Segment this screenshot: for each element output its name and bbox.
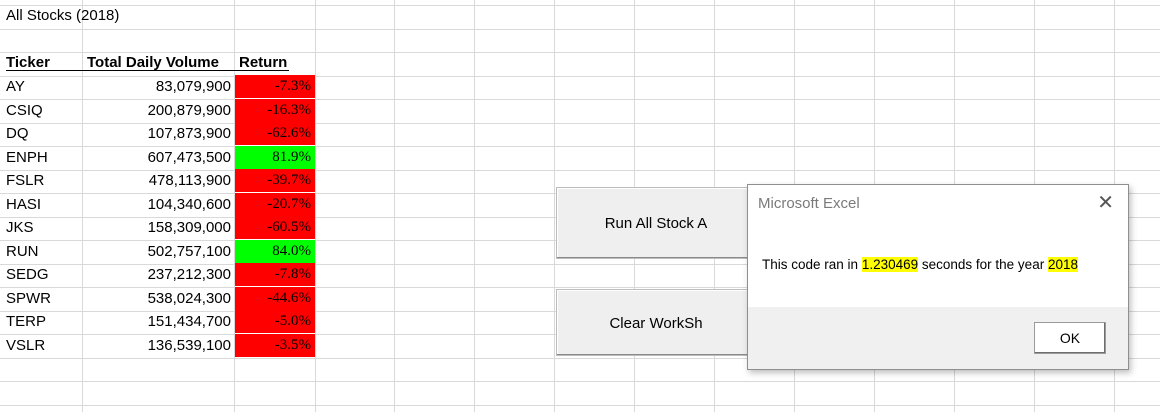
volume-cell[interactable]: 107,873,900: [83, 122, 233, 145]
dialog-message: This code ran in 1.230469 seconds for th…: [762, 257, 1078, 272]
header-underline: [6, 70, 289, 71]
row-gridline: [0, 29, 1160, 30]
close-icon[interactable]: ✕: [1097, 193, 1114, 213]
return-cell[interactable]: -5.0%: [235, 310, 315, 333]
volume-cell[interactable]: 478,113,900: [83, 169, 233, 192]
return-cell[interactable]: -16.3%: [235, 99, 315, 122]
ticker-cell[interactable]: RUN: [6, 240, 82, 263]
volume-cell[interactable]: 237,212,300: [83, 263, 233, 286]
return-cell[interactable]: -20.7%: [235, 193, 315, 216]
volume-cell[interactable]: 502,757,100: [83, 240, 233, 263]
sheet-title: All Stocks (2018): [6, 7, 120, 24]
message-prefix: This code ran in: [762, 257, 862, 272]
row-gridline: [0, 5, 1160, 6]
volume-cell[interactable]: 104,340,600: [83, 193, 233, 216]
clear-worksheet-button[interactable]: Clear WorkSh: [556, 289, 756, 356]
volume-cell[interactable]: 538,024,300: [83, 287, 233, 310]
volume-cell[interactable]: 136,539,100: [83, 334, 233, 357]
column-gridline: [394, 0, 395, 412]
ticker-cell[interactable]: CSIQ: [6, 99, 82, 122]
ticker-cell[interactable]: SEDG: [6, 263, 82, 286]
column-gridline: [554, 0, 555, 412]
return-cell[interactable]: -7.8%: [235, 263, 315, 286]
ticker-cell[interactable]: AY: [6, 75, 82, 98]
elapsed-seconds: 1.230469: [861, 257, 919, 272]
ticker-cell[interactable]: VSLR: [6, 334, 82, 357]
ok-button[interactable]: OK: [1034, 322, 1106, 354]
column-gridline: [474, 0, 475, 412]
ticker-cell[interactable]: FSLR: [6, 169, 82, 192]
return-cell[interactable]: -62.6%: [235, 122, 315, 145]
run-all-stocks-button[interactable]: Run All Stock A: [556, 187, 756, 259]
volume-cell[interactable]: 200,879,900: [83, 99, 233, 122]
ticker-cell[interactable]: TERP: [6, 310, 82, 333]
return-cell[interactable]: 84.0%: [235, 240, 315, 263]
ticker-cell[interactable]: DQ: [6, 122, 82, 145]
return-cell[interactable]: -44.6%: [235, 287, 315, 310]
row-gridline: [0, 405, 1160, 406]
message-middle: seconds for the year: [918, 257, 1048, 272]
return-cell[interactable]: -39.7%: [235, 169, 315, 192]
year-value: 2018: [1047, 257, 1078, 272]
ticker-cell[interactable]: JKS: [6, 216, 82, 239]
message-dialog: Microsoft Excel ✕ This code ran in 1.230…: [747, 184, 1129, 370]
volume-cell[interactable]: 83,079,900: [83, 75, 233, 98]
ticker-cell[interactable]: ENPH: [6, 146, 82, 169]
row-gridline: [0, 381, 1160, 382]
dialog-title: Microsoft Excel: [758, 195, 860, 212]
return-cell[interactable]: -3.5%: [235, 334, 315, 357]
volume-cell[interactable]: 151,434,700: [83, 310, 233, 333]
volume-cell[interactable]: 158,309,000: [83, 216, 233, 239]
ticker-cell[interactable]: HASI: [6, 193, 82, 216]
return-cell[interactable]: 81.9%: [235, 146, 315, 169]
return-cell[interactable]: -7.3%: [235, 75, 315, 98]
volume-cell[interactable]: 607,473,500: [83, 146, 233, 169]
ticker-cell[interactable]: SPWR: [6, 287, 82, 310]
column-gridline: [315, 0, 316, 412]
return-cell[interactable]: -60.5%: [235, 216, 315, 239]
